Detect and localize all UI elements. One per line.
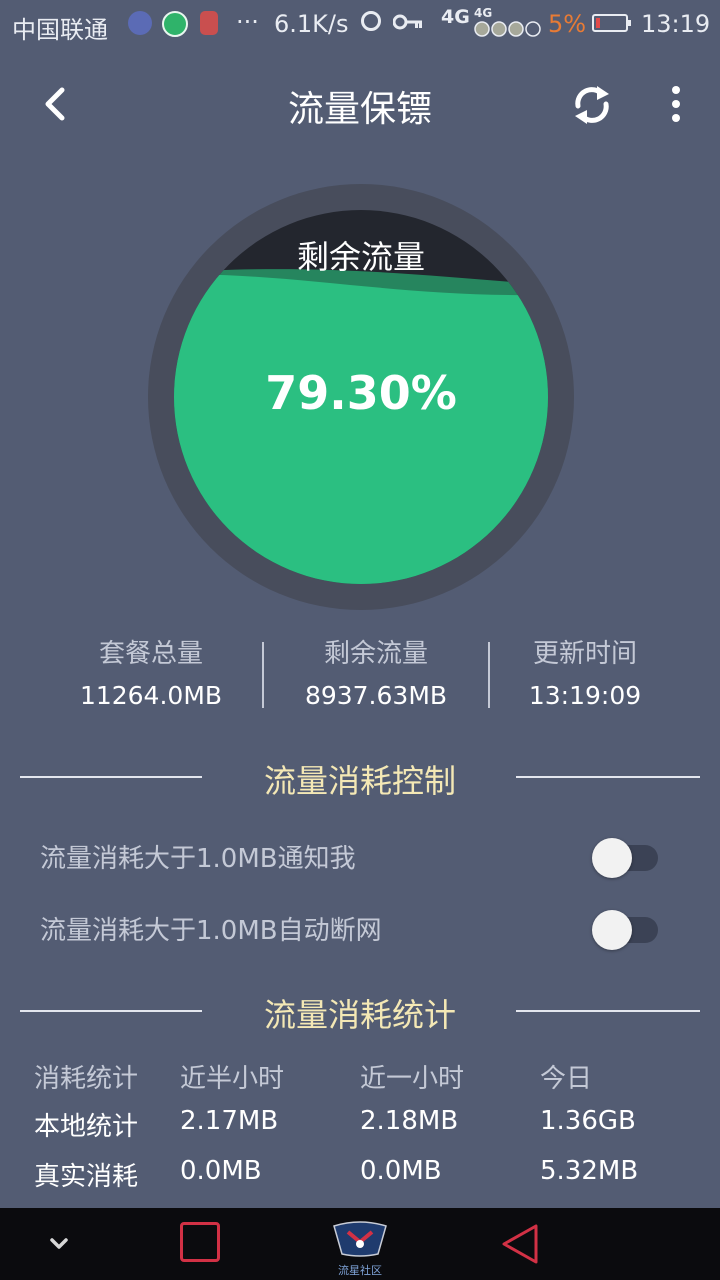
table-header-cell: 近一小时: [360, 1064, 465, 1094]
table-cell: 0.0MB: [180, 1156, 262, 1186]
app-notification-icon: [128, 11, 152, 35]
app-bar: 流量保镖: [0, 60, 720, 150]
table-cell: 5.32MB: [540, 1156, 639, 1186]
control-section-header: 流量消耗控制: [0, 752, 720, 802]
table-row: 本地统计 2.17MB 2.18MB 1.36GB: [0, 1100, 720, 1148]
key-icon: [393, 14, 422, 30]
table-cell: 2.17MB: [180, 1106, 279, 1136]
table-cell: 1.36GB: [540, 1106, 636, 1136]
table-cell: 0.0MB: [360, 1156, 442, 1186]
battery-percent: 5%: [548, 10, 587, 38]
status-time: 13:19: [641, 10, 711, 38]
table-cell: 真实消耗: [34, 1162, 139, 1192]
chevron-down-icon[interactable]: [44, 1230, 74, 1258]
more-notifications-icon: ···: [236, 8, 259, 36]
table-header-cell: 近半小时: [180, 1064, 285, 1094]
table-header-row: 消耗统计 近半小时 近一小时 今日: [0, 1052, 720, 1100]
usage-table: 消耗统计 近半小时 近一小时 今日 本地统计 2.17MB 2.18MB 1.3…: [0, 1052, 720, 1202]
gauge-label: 剩余流量: [296, 238, 425, 276]
setting-label: 流量消耗大于1.0MB自动断网: [40, 916, 382, 946]
section-title: 流量消耗统计: [263, 996, 456, 1034]
notify-toggle[interactable]: [592, 838, 658, 878]
home-logo-icon[interactable]: [330, 1218, 390, 1258]
summary-remaining: 剩余流量 8937.63MB: [263, 636, 489, 718]
setting-auto-disconnect: 流量消耗大于1.0MB自动断网: [0, 898, 720, 958]
more-vertical-icon[interactable]: [658, 82, 694, 128]
summary-label: 套餐总量: [98, 639, 203, 669]
summary-value: 13:19:09: [528, 681, 642, 710]
summary-label: 更新时间: [532, 639, 637, 669]
stats-section-header: 流量消耗统计: [0, 986, 720, 1036]
recent-apps-icon[interactable]: [180, 1222, 220, 1262]
signal-icon: [474, 21, 541, 37]
auto-disconnect-toggle[interactable]: [592, 910, 658, 950]
usage-summary: 套餐总量 11264.0MB 剩余流量 8937.63MB 更新时间 13:19…: [0, 636, 720, 716]
summary-value: 8937.63MB: [304, 681, 448, 710]
navigation-bar: 流星社区: [0, 1208, 720, 1280]
table-cell: 2.18MB: [360, 1106, 459, 1136]
alarm-icon: [361, 11, 381, 31]
status-bar: 中国联通 ··· 6.1K/s 4G 4G 5% 13:19: [0, 0, 720, 50]
table-row: 真实消耗 0.0MB 0.0MB 5.32MB: [0, 1150, 720, 1198]
carrier-name: 中国联通: [12, 16, 108, 44]
battery-icon: [592, 14, 631, 32]
network-speed: 6.1K/s: [274, 10, 349, 38]
table-cell: 本地统计: [34, 1112, 139, 1142]
summary-label: 剩余流量: [323, 639, 428, 669]
network-type: 4G: [441, 6, 470, 28]
table-header-cell: 消耗统计: [34, 1064, 139, 1094]
gauge-percent: 79.30%: [265, 366, 457, 420]
back-triangle-icon[interactable]: [498, 1222, 542, 1266]
table-header-cell: 今日: [540, 1064, 593, 1094]
setting-notify: 流量消耗大于1.0MB通知我: [0, 826, 720, 886]
network-type-secondary: 4G: [474, 6, 493, 20]
divider: [516, 776, 700, 778]
home-label: 流星社区: [338, 1264, 382, 1277]
app-notification-icon: [200, 11, 218, 35]
setting-label: 流量消耗大于1.0MB通知我: [40, 844, 356, 874]
summary-updated: 更新时间 13:19:09: [472, 636, 698, 718]
summary-value: 11264.0MB: [79, 681, 223, 710]
section-title: 流量消耗控制: [263, 762, 456, 800]
summary-total: 套餐总量 11264.0MB: [38, 636, 264, 718]
divider: [516, 1010, 700, 1012]
app-notification-icon: [162, 11, 188, 37]
refresh-icon[interactable]: [567, 80, 617, 130]
